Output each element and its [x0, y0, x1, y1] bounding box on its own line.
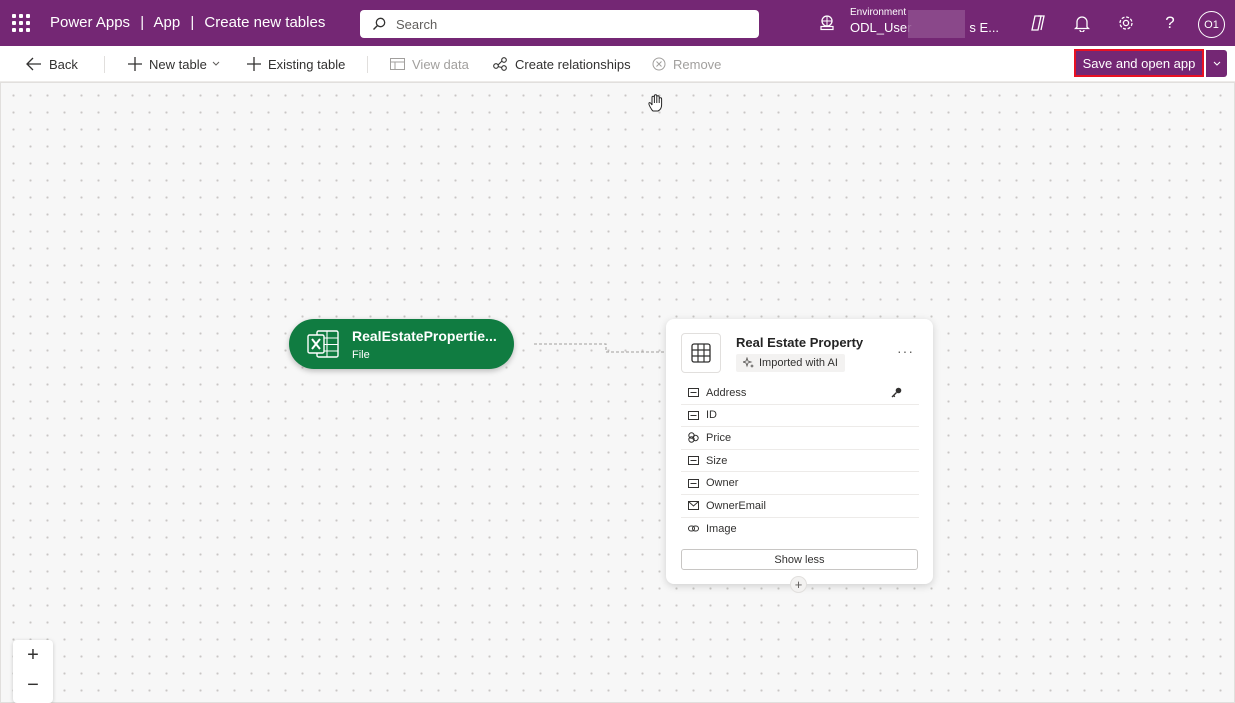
show-less-button[interactable]: Show less [681, 549, 918, 570]
arrow-left-icon [26, 57, 41, 71]
redaction-block [908, 10, 965, 38]
sparkle-icon [743, 357, 754, 368]
column-row-owneremail[interactable]: OwnerEmail [681, 495, 919, 518]
view-data-label: View data [412, 56, 469, 72]
remove-button[interactable]: Remove [652, 55, 721, 73]
save-options-dropdown[interactable] [1206, 50, 1227, 77]
gear-icon[interactable] [1116, 13, 1136, 33]
existing-table-label: Existing table [268, 56, 346, 72]
plus-icon [128, 57, 142, 71]
app-launcher-icon[interactable] [12, 14, 30, 32]
text-icon [688, 478, 699, 488]
divider [367, 56, 368, 73]
key-icon [891, 387, 902, 398]
remove-icon [652, 57, 666, 71]
breadcrumb-page: Create new tables [204, 14, 326, 31]
text-icon [688, 388, 699, 398]
column-name: Size [706, 454, 728, 467]
table-view-icon [390, 58, 405, 70]
search-placeholder: Search [396, 16, 438, 32]
text-icon [688, 410, 699, 420]
new-table-button[interactable]: New table [128, 55, 220, 73]
column-name: Price [706, 431, 732, 444]
zoom-in-button[interactable]: + [13, 640, 53, 670]
chevron-down-icon [212, 61, 220, 66]
app-name[interactable]: Power Apps [50, 14, 130, 31]
chevron-down-icon [1213, 61, 1220, 66]
connector-line [534, 343, 666, 353]
column-name: Owner [706, 477, 739, 490]
copilot-icon[interactable] [1028, 13, 1048, 33]
new-table-label: New table [149, 56, 207, 72]
table-card[interactable]: Real Estate Property Imported with AI ··… [666, 319, 933, 584]
back-label: Back [49, 56, 78, 72]
pan-hand-cursor-icon [648, 94, 663, 112]
bell-icon[interactable] [1072, 13, 1092, 33]
column-name: ID [706, 409, 717, 422]
excel-icon [307, 330, 339, 358]
column-row-size[interactable]: Size [681, 450, 919, 473]
column-row-address[interactable]: Address [681, 382, 919, 405]
relationships-icon [493, 57, 507, 71]
column-name: Address [706, 386, 747, 399]
column-list: Address ID Price Size Owner OwnerEmail I… [681, 382, 919, 540]
table-grid-icon [681, 333, 721, 373]
divider [104, 56, 105, 73]
currency-icon [688, 432, 699, 444]
link-icon [688, 525, 699, 532]
back-button[interactable]: Back [26, 55, 78, 73]
breadcrumb-separator: | [190, 14, 195, 31]
add-column-button[interactable]: + [790, 576, 807, 593]
search-icon [373, 17, 386, 30]
top-bar: Power Apps | App | Create new tables Sea… [0, 0, 1235, 46]
avatar[interactable]: O1 [1198, 11, 1225, 38]
existing-table-button[interactable]: Existing table [247, 55, 345, 73]
column-name: OwnerEmail [706, 499, 766, 512]
column-row-image[interactable]: Image [681, 518, 919, 541]
breadcrumb-app[interactable]: App [153, 14, 180, 31]
save-and-open-app-button[interactable]: Save and open app [1074, 49, 1204, 77]
badge-label: Imported with AI [759, 357, 838, 369]
email-icon [688, 501, 699, 511]
text-icon [688, 456, 699, 466]
file-name: RealEstatePropertie... [352, 328, 497, 344]
create-relationships-button[interactable]: Create relationships [493, 55, 631, 73]
search-input[interactable]: Search [360, 10, 759, 38]
view-data-button[interactable]: View data [390, 55, 469, 73]
column-row-id[interactable]: ID [681, 405, 919, 428]
remove-label: Remove [673, 56, 722, 72]
plus-icon [247, 57, 261, 71]
table-title: Real Estate Property [736, 335, 864, 350]
column-row-owner[interactable]: Owner [681, 472, 919, 495]
command-bar: Back New table Existing table View data … [0, 46, 1235, 82]
help-icon[interactable]: ? [1160, 13, 1180, 33]
column-name: Image [706, 522, 737, 535]
page-title: Power Apps | App | Create new tables [50, 14, 325, 31]
create-relationships-label: Create relationships [515, 56, 631, 72]
zoom-out-button[interactable]: − [13, 670, 53, 700]
column-row-price[interactable]: Price [681, 427, 919, 450]
zoom-controls: + − [13, 640, 53, 703]
design-canvas[interactable] [0, 82, 1235, 703]
imported-with-ai-badge: Imported with AI [736, 354, 845, 372]
breadcrumb-separator: | [140, 14, 145, 31]
source-file-node[interactable]: RealEstatePropertie... File [289, 319, 514, 369]
more-options-icon[interactable]: ··· [897, 343, 914, 359]
file-type: File [352, 349, 370, 361]
environment-icon[interactable] [818, 15, 836, 31]
